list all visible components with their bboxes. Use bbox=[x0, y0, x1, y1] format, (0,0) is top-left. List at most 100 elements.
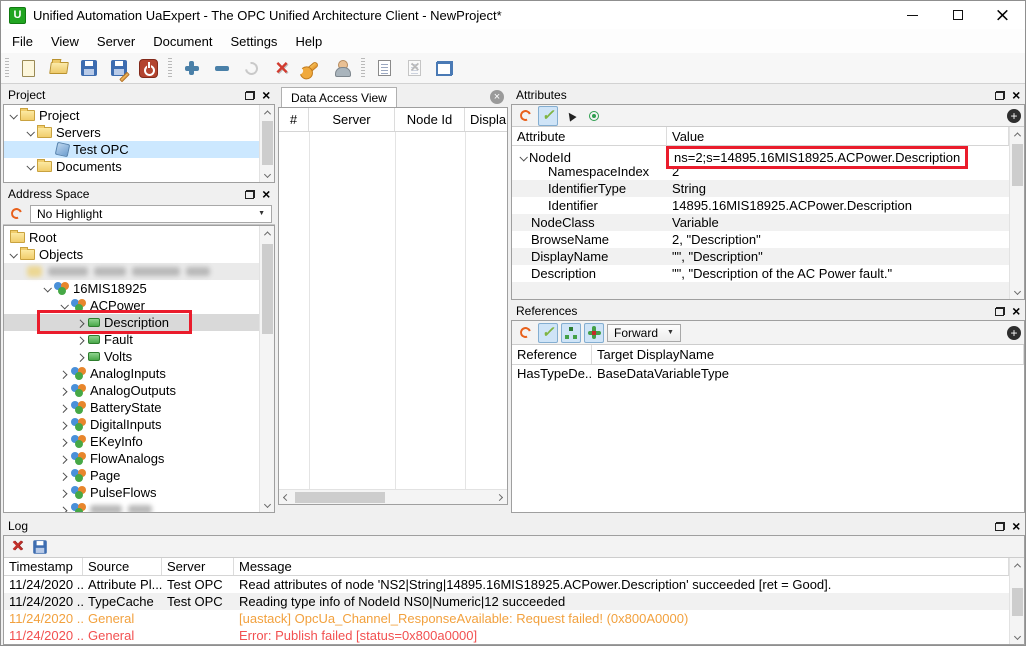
highlight-filter-dropdown[interactable]: No Highlight bbox=[30, 205, 272, 223]
float-panel-icon[interactable] bbox=[245, 91, 255, 100]
settings-button[interactable] bbox=[299, 56, 324, 81]
chevron-down-icon[interactable] bbox=[60, 301, 68, 309]
close-panel-icon[interactable] bbox=[262, 187, 270, 202]
scroll-right-icon[interactable] bbox=[492, 490, 507, 505]
close-panel-icon[interactable] bbox=[262, 88, 270, 103]
auto-update-toggle[interactable] bbox=[538, 323, 558, 343]
chevron-down-icon[interactable] bbox=[26, 128, 34, 136]
dav-horizontal-scrollbar[interactable] bbox=[279, 489, 507, 504]
reference-row[interactable]: HasTypeDe... BaseDataVariableType bbox=[512, 365, 1024, 382]
scrollbar-thumb[interactable] bbox=[262, 244, 273, 334]
menu-document[interactable]: Document bbox=[144, 31, 221, 52]
column-header-index[interactable]: # bbox=[279, 108, 309, 131]
menu-help[interactable]: Help bbox=[286, 31, 331, 52]
chevron-right-icon[interactable] bbox=[59, 404, 67, 412]
tree-item-volts[interactable]: Volts bbox=[4, 348, 259, 365]
chevron-down-icon[interactable] bbox=[26, 162, 34, 170]
auto-update-toggle[interactable] bbox=[538, 106, 558, 126]
remove-server-button[interactable] bbox=[209, 56, 234, 81]
monitor-button[interactable] bbox=[584, 106, 604, 126]
tree-item-description[interactable]: Description bbox=[4, 314, 259, 331]
column-header-nodeid[interactable]: Node Id bbox=[395, 108, 465, 131]
reconnect-server-button[interactable] bbox=[239, 56, 264, 81]
tree-item-redacted[interactable] bbox=[4, 263, 259, 280]
address-space-scrollbar[interactable] bbox=[259, 226, 274, 512]
float-panel-icon[interactable] bbox=[995, 522, 1005, 531]
log-scrollbar[interactable] bbox=[1009, 558, 1024, 644]
scroll-left-icon[interactable] bbox=[279, 490, 294, 505]
log-row-error[interactable]: 11/24/2020 ... General Error: Publish fa… bbox=[4, 627, 1009, 644]
chevron-right-icon[interactable] bbox=[59, 370, 67, 378]
chevron-down-icon[interactable] bbox=[9, 111, 17, 119]
attribute-row-nodeid[interactable]: NodeId ns=2;s=14895.16MIS18925.ACPower.D… bbox=[512, 146, 1009, 163]
chevron-down-icon[interactable] bbox=[43, 284, 51, 292]
chevron-right-icon[interactable] bbox=[76, 336, 84, 344]
column-header-message[interactable]: Message bbox=[234, 558, 1009, 575]
close-button[interactable] bbox=[980, 1, 1025, 29]
attribute-row-nodeclass[interactable]: NodeClass Variable bbox=[512, 214, 1009, 231]
scroll-up-icon[interactable] bbox=[260, 226, 275, 241]
chevron-down-icon[interactable] bbox=[9, 250, 17, 258]
column-header-source[interactable]: Source bbox=[83, 558, 162, 575]
chevron-right-icon[interactable] bbox=[59, 506, 67, 513]
column-header-server[interactable]: Server bbox=[309, 108, 395, 131]
clear-log-button[interactable] bbox=[7, 537, 27, 557]
save-project-as-button[interactable] bbox=[106, 56, 131, 81]
attribute-row-browsename[interactable]: BrowseName 2, "Description" bbox=[512, 231, 1009, 248]
tree-item-acpower[interactable]: ACPower bbox=[4, 297, 259, 314]
tree-item-test-opc[interactable]: Test OPC bbox=[4, 141, 259, 158]
scrollbar-thumb[interactable] bbox=[262, 121, 273, 165]
column-header-timestamp[interactable]: Timestamp bbox=[4, 558, 83, 575]
tree-item-servers[interactable]: Servers bbox=[4, 124, 259, 141]
new-project-button[interactable] bbox=[16, 56, 41, 81]
tree-item-clipped[interactable] bbox=[4, 501, 259, 513]
chevron-right-icon[interactable] bbox=[59, 455, 67, 463]
chevron-right-icon[interactable] bbox=[59, 421, 67, 429]
toolbar-drag-handle[interactable] bbox=[361, 58, 365, 78]
menu-file[interactable]: File bbox=[3, 31, 42, 52]
refresh-button[interactable] bbox=[6, 204, 26, 224]
column-header-attribute[interactable]: Attribute bbox=[512, 127, 667, 145]
menu-server[interactable]: Server bbox=[88, 31, 144, 52]
column-header-display[interactable]: Displa bbox=[465, 108, 508, 131]
tab-data-access-view[interactable]: Data Access View bbox=[281, 87, 397, 107]
float-panel-icon[interactable] bbox=[995, 91, 1005, 100]
log-row[interactable]: 11/24/2020 ... Attribute Pl... Test OPC … bbox=[4, 576, 1009, 593]
change-user-button[interactable] bbox=[329, 56, 354, 81]
close-panel-icon[interactable] bbox=[1012, 304, 1020, 319]
log-row-warning[interactable]: 11/24/2020 ... General [uastack] OpcUa_C… bbox=[4, 610, 1009, 627]
chevron-right-icon[interactable] bbox=[76, 353, 84, 361]
add-reference-button[interactable] bbox=[1007, 326, 1021, 340]
float-panel-icon[interactable] bbox=[245, 190, 255, 199]
add-view-button[interactable] bbox=[432, 56, 457, 81]
remove-document-button[interactable] bbox=[402, 56, 427, 81]
scroll-up-icon[interactable] bbox=[260, 105, 275, 120]
column-header-value[interactable]: Value bbox=[667, 127, 1009, 145]
tree-item-batterystate[interactable]: BatteryState bbox=[4, 399, 259, 416]
tree-item-analoginputs[interactable]: AnalogInputs bbox=[4, 365, 259, 382]
tree-item-16mis18925[interactable]: 16MIS18925 bbox=[4, 280, 259, 297]
scroll-down-icon[interactable] bbox=[1010, 284, 1025, 299]
column-header-target[interactable]: Target DisplayName bbox=[592, 345, 1024, 364]
scroll-down-icon[interactable] bbox=[260, 497, 275, 512]
tree-item-flowanalogs[interactable]: FlowAnalogs bbox=[4, 450, 259, 467]
menu-settings[interactable]: Settings bbox=[221, 31, 286, 52]
float-panel-icon[interactable] bbox=[995, 307, 1005, 316]
chevron-right-icon[interactable] bbox=[76, 319, 84, 327]
direction-dropdown[interactable]: Forward bbox=[607, 324, 681, 342]
tree-item-analogoutputs[interactable]: AnalogOutputs bbox=[4, 382, 259, 399]
add-document-button[interactable] bbox=[372, 56, 397, 81]
tree-item-fault[interactable]: Fault bbox=[4, 331, 259, 348]
column-header-reference[interactable]: Reference bbox=[512, 345, 592, 364]
follow-cursor-button[interactable] bbox=[561, 106, 581, 126]
tree-item-digitalinputs[interactable]: DigitalInputs bbox=[4, 416, 259, 433]
save-project-button[interactable] bbox=[76, 56, 101, 81]
add-server-button[interactable] bbox=[179, 56, 204, 81]
remove-selected-button[interactable] bbox=[269, 56, 294, 81]
chevron-right-icon[interactable] bbox=[59, 472, 67, 480]
attribute-row-description[interactable]: Description "", "Description of the AC P… bbox=[512, 265, 1009, 282]
toolbar-drag-handle[interactable] bbox=[168, 58, 172, 78]
tab-close-button[interactable] bbox=[490, 90, 504, 104]
menu-view[interactable]: View bbox=[42, 31, 88, 52]
tree-item-documents[interactable]: Documents bbox=[4, 158, 259, 175]
